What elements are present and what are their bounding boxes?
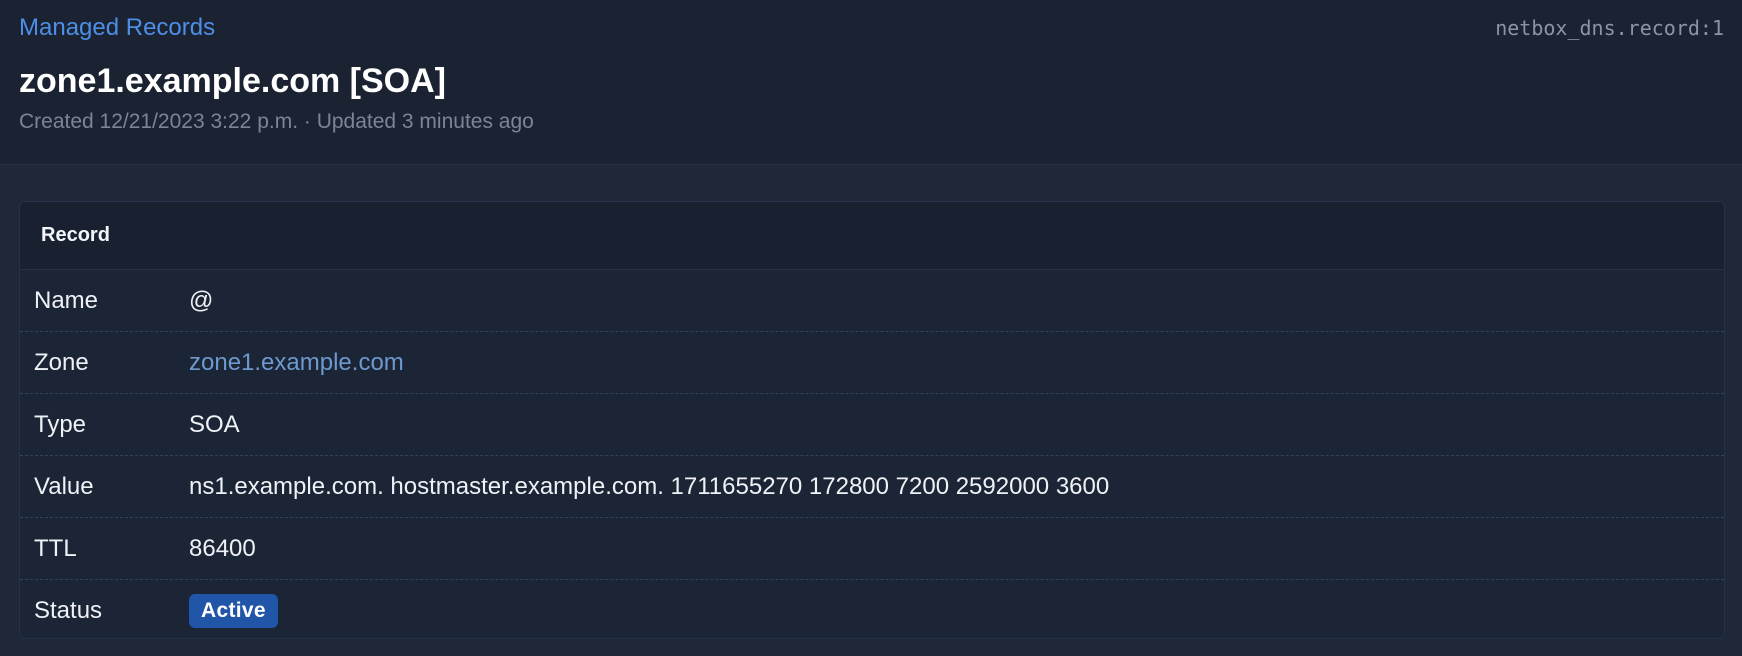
row-ttl: TTL 86400 [20,518,1724,580]
page-header: Managed Records netbox_dns.record:1 zone… [0,0,1742,165]
row-label-status: Status [34,596,103,624]
row-label-zone: Zone [34,348,89,376]
status-badge: Active [189,593,278,628]
row-label-name: Name [34,286,99,314]
row-zone: Zone zone1.example.com [20,332,1724,394]
breadcrumb-managed-records[interactable]: Managed Records [19,14,215,42]
card-title: Record [20,202,1724,270]
row-value-ttl: 86400 [189,534,256,562]
row-type: Type SOA [20,394,1724,456]
object-identifier: netbox_dns.record:1 [1495,16,1724,40]
row-value-name: @ [189,286,214,314]
row-value-type: SOA [189,410,240,438]
row-label-value: Value [34,472,94,500]
row-value: Value ns1.example.com. hostmaster.exampl… [20,456,1724,518]
page-title: zone1.example.com [SOA] [19,62,447,100]
row-label-type: Type [34,410,87,438]
record-card: Record Name @ Zone zone1.example.com Typ… [19,201,1725,639]
row-status: Status Active [20,580,1724,638]
created-updated-meta: Created 12/21/2023 3:22 p.m. · Updated 3… [19,110,534,133]
row-label-ttl: TTL [34,534,77,562]
row-value-value: ns1.example.com. hostmaster.example.com.… [189,472,1110,500]
row-name: Name @ [20,270,1724,332]
zone-link[interactable]: zone1.example.com [189,349,404,376]
